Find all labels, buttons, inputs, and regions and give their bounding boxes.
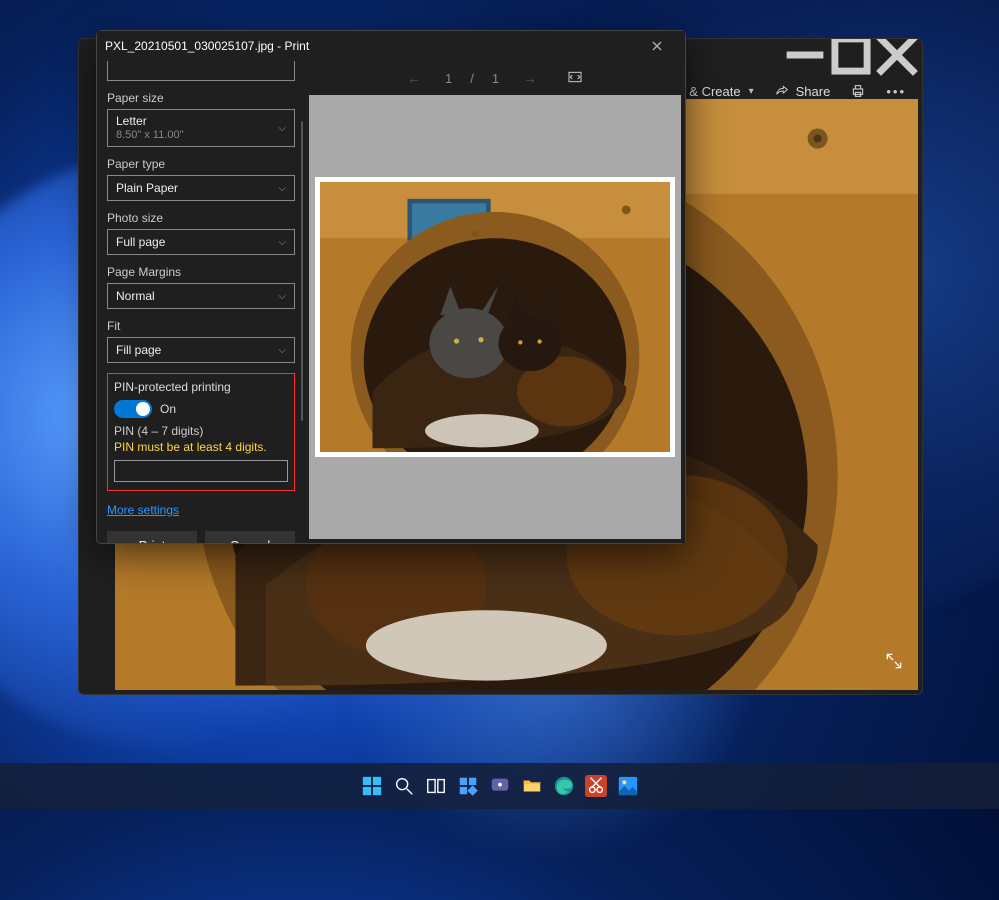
share-label: Share [796,84,831,99]
scissors-icon [585,775,607,797]
start-button[interactable] [359,773,385,799]
chat-icon [489,775,511,797]
photos-app-button[interactable] [615,773,641,799]
maximize-button[interactable] [828,39,874,71]
paper-size-select[interactable]: Letter 8.50" x 11.00" ⌵ [107,109,295,147]
photo-size-label: Photo size [107,211,295,225]
chevron-down-icon: ⌵ [278,123,286,134]
preview-image [320,182,670,452]
share-icon [774,83,790,99]
paper-type-select[interactable]: Plain Paper ⌵ [107,175,295,201]
next-page-button[interactable]: → [517,66,543,90]
file-explorer-button[interactable] [519,773,545,799]
printer-icon [850,83,866,99]
pin-toggle-label: On [160,402,176,416]
print-options-panel: Paper size Letter 8.50" x 11.00" ⌵ Paper… [97,61,305,543]
chevron-down-icon: ▾ [749,86,754,97]
print-button[interactable]: Print [107,531,197,543]
preview-page [315,177,675,457]
print-dialog: PXL_20210501_030025107.jpg - Print Paper… [96,30,686,544]
more-settings-link[interactable]: More settings [107,503,179,517]
paper-size-value: Letter [116,114,184,128]
close-dialog-button[interactable] [637,31,677,61]
edge-button[interactable] [551,773,577,799]
print-dialog-title: PXL_20210501_030025107.jpg - Print [105,39,309,53]
paper-type-value: Plain Paper [116,181,178,195]
pin-section-highlight: PIN-protected printing On PIN (4 – 7 dig… [107,373,295,491]
edge-icon [553,775,575,797]
chevron-down-icon: ⌵ [278,183,286,194]
page-margins-select[interactable]: Normal ⌵ [107,283,295,309]
printer-select[interactable] [107,61,295,81]
page-current: 1 [445,71,452,86]
pin-toggle[interactable] [114,400,152,418]
photo-size-value: Full page [116,235,165,249]
widgets-button[interactable] [455,773,481,799]
photo-size-select[interactable]: Full page ⌵ [107,229,295,255]
task-view-button[interactable] [423,773,449,799]
scrollbar[interactable] [301,121,303,421]
search-icon [393,775,415,797]
print-dialog-titlebar: PXL_20210501_030025107.jpg - Print [97,31,685,61]
page-sep: / [470,71,474,86]
ellipsis-icon: ••• [886,84,906,99]
prev-page-button[interactable]: ← [401,66,427,90]
chat-button[interactable] [487,773,513,799]
folder-icon [521,775,543,797]
pin-error-text: PIN must be at least 4 digits. [114,440,288,454]
preview-nav: ← 1 / 1 → [305,61,685,95]
page-total: 1 [492,71,499,86]
paper-size-sub: 8.50" x 11.00" [116,129,184,142]
fit-label: Fit [107,319,295,333]
snipping-tool-button[interactable] [583,773,609,799]
preview-frame [309,95,681,539]
paper-type-label: Paper type [107,157,295,171]
chevron-down-icon: ⌵ [278,237,286,248]
fit-icon [567,69,583,85]
widgets-icon [457,775,479,797]
windows-icon [361,775,383,797]
page-margins-label: Page Margins [107,265,295,279]
fullscreen-icon[interactable] [884,651,904,676]
paper-size-label: Paper size [107,91,295,105]
taskbar [0,763,999,809]
pin-title: PIN-protected printing [114,380,288,394]
print-preview-panel: ← 1 / 1 → [305,61,685,543]
fit-to-window-button[interactable] [561,65,589,92]
pin-sub-label: PIN (4 – 7 digits) [114,424,288,438]
close-button[interactable] [874,39,920,71]
search-button[interactable] [391,773,417,799]
photos-icon [617,775,639,797]
cancel-button[interactable]: Cancel [205,531,295,543]
page-margins-value: Normal [116,289,155,303]
chevron-down-icon: ⌵ [278,345,286,356]
pin-input[interactable] [114,460,288,482]
task-view-icon [425,775,447,797]
chevron-down-icon: ⌵ [278,291,286,302]
fit-value: Fill page [116,343,161,357]
minimize-button[interactable] [782,39,828,71]
fit-select[interactable]: Fill page ⌵ [107,337,295,363]
